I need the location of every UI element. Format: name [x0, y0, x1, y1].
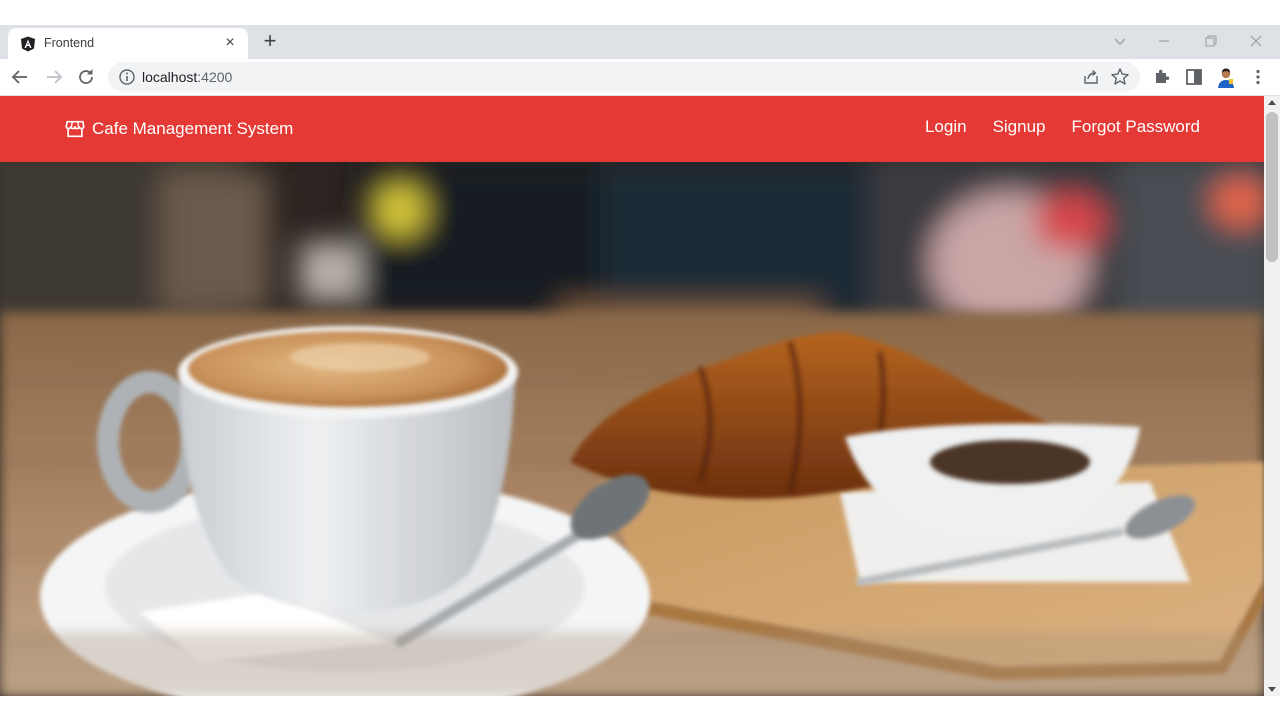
share-icon[interactable]: [1082, 68, 1100, 86]
browser-tab[interactable]: Frontend ×: [8, 28, 248, 59]
reload-icon[interactable]: [74, 65, 98, 89]
scroll-up-arrow-icon[interactable]: [1268, 100, 1276, 105]
info-icon[interactable]: [118, 68, 136, 86]
arrow-right-icon[interactable]: [42, 65, 66, 89]
signup-link[interactable]: Signup: [993, 117, 1046, 137]
url-host: localhost: [142, 69, 198, 85]
tab-strip: Frontend × +: [0, 25, 1280, 59]
close-icon[interactable]: [1244, 29, 1268, 53]
plus-icon[interactable]: +: [258, 30, 282, 54]
restore-icon[interactable]: [1198, 29, 1222, 53]
side-panel-icon[interactable]: [1182, 65, 1206, 89]
scroll-down-arrow-icon[interactable]: [1268, 687, 1276, 692]
close-icon[interactable]: ×: [220, 33, 240, 53]
kebab-menu-icon[interactable]: [1246, 65, 1270, 89]
page-scrollbar[interactable]: [1264, 96, 1280, 696]
hero-image: [0, 162, 1264, 696]
url-text[interactable]: localhost:4200: [142, 69, 232, 85]
address-bar[interactable]: localhost:4200: [108, 62, 1140, 92]
puzzle-icon[interactable]: [1150, 65, 1174, 89]
scroll-thumb[interactable]: [1266, 112, 1278, 262]
nav-links: Login Signup Forgot Password: [925, 117, 1200, 137]
login-link[interactable]: Login: [925, 117, 967, 137]
url-port: :4200: [197, 69, 233, 85]
tab-title: Frontend: [44, 36, 95, 50]
app-navbar: Cafe Management System Login Signup Forg…: [0, 96, 1264, 162]
avatar[interactable]: [1214, 65, 1238, 89]
browser-window: Frontend × + localhost:4200 Cafe Managem…: [0, 0, 1280, 720]
page-viewport: Cafe Management System Login Signup Forg…: [0, 96, 1264, 696]
minimize-icon[interactable]: [1152, 29, 1176, 53]
chevron-down-icon[interactable]: [1108, 29, 1132, 53]
angular-logo-icon: [21, 36, 35, 52]
brand-title: Cafe Management System: [92, 119, 294, 138]
star-icon[interactable]: [1110, 67, 1130, 87]
forgot-password-link[interactable]: Forgot Password: [1072, 117, 1201, 137]
storefront-icon: [65, 120, 85, 138]
arrow-left-icon[interactable]: [8, 65, 32, 89]
browser-toolbar: localhost:4200: [0, 59, 1280, 96]
brand-link[interactable]: Cafe Management System: [64, 117, 293, 141]
